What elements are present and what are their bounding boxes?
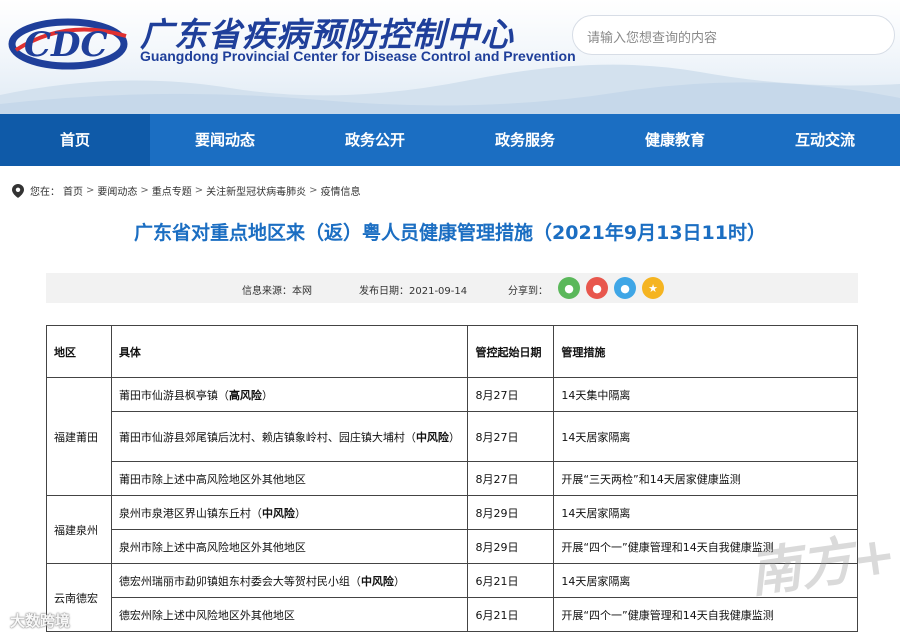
source-label: 信息来源：本网 [242, 286, 312, 297]
table-row: 莆田市仙游县郊尾镇后沈村、赖店镇象岭村、园庄镇大埔村（中风险） 8月27日 14天居… [47, 411, 858, 462]
detail-cell: 泉州市除上述中高风险地区外其他地区 [110, 529, 469, 564]
location-pin-icon [12, 183, 24, 198]
date-cell: 6月21日 [467, 563, 555, 598]
detail-text: 泉州市泉港区界山镇东丘村（ [118, 506, 262, 520]
measure-cell: 开展“三天两检”和14天居家健康监测 [553, 461, 858, 496]
nav-item-1[interactable]: 要闻动态 [150, 114, 300, 166]
risk-level: 中风险 [415, 430, 449, 444]
table-header-row: 地区 具体 管控起始日期 管理措施 [46, 325, 858, 378]
detail-cell: 德宏州除上述中风险地区外其他地区 [110, 597, 469, 632]
table-row: 莆田市除上述中高风险地区外其他地区 8月27日 开展“三天两检”和14天居家健康监测 [47, 461, 858, 496]
detail-text: 泉州市除上述中高风险地区外其他地区 [118, 540, 306, 554]
detail-text: 莆田市除上述中高风险地区外其他地区 [118, 472, 306, 486]
wechat-icon[interactable]: ● [558, 277, 580, 299]
measure-cell: 14天集中隔离 [553, 377, 858, 412]
nav-item-3[interactable]: 政务服务 [450, 114, 600, 166]
search-input[interactable]: 请输入您想查询的内容 [572, 15, 895, 55]
breadcrumb-link-4[interactable]: 疫情信息 [321, 183, 361, 198]
measure-cell: 开展“四个一”健康管理和14天自我健康监测 [553, 597, 858, 632]
detail-text: 莆田市仙游县枫亭镇（ [118, 388, 229, 402]
site-title-en: Guangdong Provincial Center for Disease … [140, 48, 576, 64]
detail-text: 德宏州除上述中风险地区外其他地区 [118, 608, 295, 622]
qq-icon[interactable]: ● [614, 277, 636, 299]
watermark-source: 大数跨境 [10, 612, 71, 630]
detail-cell: 泉州市泉港区界山镇东丘村（中风险） [110, 495, 469, 530]
breadcrumb: 您在： 首页 > 要闻动态 > 重点专题 > 关注新型冠状病毒肺炎 > 疫情信息 [12, 183, 364, 198]
detail-text: ） [294, 506, 306, 520]
logo-text: CDC [24, 25, 108, 65]
breadcrumb-link-3[interactable]: 关注新型冠状病毒肺炎 [206, 183, 306, 198]
detail-text: ） [261, 388, 273, 402]
region-cell: 福建泉州 [46, 495, 112, 564]
article-title: 广东省对重点地区来（返）粤人员健康管理措施（2021年9月13日11时） [134, 222, 766, 244]
detail-text: 德宏州瑞丽市勐卯镇姐东村委会大等贺村民小组（ [118, 574, 361, 588]
breadcrumb-separator: > [86, 185, 95, 196]
breadcrumb-separator: > [140, 185, 149, 196]
main-nav: 首页 要闻动态 政务公开 政务服务 健康教育 互动交流 [0, 114, 900, 166]
risk-level: 高风险 [228, 388, 262, 402]
table-row: 泉州市除上述中高风险地区外其他地区 8月29日 开展“四个一”健康管理和14天自我健… [47, 529, 858, 564]
qzone-icon[interactable]: ★ [642, 277, 664, 299]
breadcrumb-separator: > [194, 185, 204, 196]
publish-date: 发布日期：2021-09-14 [359, 286, 468, 297]
header-start-date: 管控起始日期 [467, 325, 555, 378]
measure-cell: 14天居家隔离 [553, 411, 858, 462]
table-row: 福建泉州 泉州市泉港区界山镇东丘村（中风险） 8月29日 14天居家隔离 [46, 495, 858, 564]
detail-text: 莆田市仙游县郊尾镇后沈村、赖店镇象岭村、园庄镇大埔村（ [118, 430, 416, 444]
breadcrumb-link-2[interactable]: 重点专题 [152, 183, 192, 198]
breadcrumb-separator: > [309, 185, 318, 196]
date-cell: 8月27日 [467, 377, 555, 412]
date-cell: 8月29日 [467, 529, 555, 564]
detail-cell: 莆田市仙游县枫亭镇（高风险） [110, 377, 469, 412]
date-cell: 8月27日 [467, 461, 555, 496]
nav-item-2[interactable]: 政务公开 [300, 114, 450, 166]
detail-text: ） [448, 430, 460, 444]
header-measure: 管理措施 [553, 325, 858, 378]
risk-level: 中风险 [360, 574, 394, 588]
region-cell: 福建莆田 [46, 377, 112, 496]
nav-item-5[interactable]: 互动交流 [750, 114, 900, 166]
date-cell: 6月21日 [467, 597, 555, 632]
risk-level: 中风险 [261, 506, 295, 520]
weibo-icon[interactable]: ● [586, 277, 608, 299]
share-label: 分享到： [508, 286, 548, 297]
date-cell: 8月29日 [467, 495, 555, 530]
article-meta-bar: 信息来源：本网 发布日期：2021-09-14 分享到： ● ● ● ★ [46, 273, 858, 303]
header-region: 地区 [46, 325, 112, 378]
detail-cell: 莆田市除上述中高风险地区外其他地区 [110, 461, 469, 496]
breadcrumb-link-1[interactable]: 要闻动态 [97, 183, 137, 198]
table-row: 德宏州除上述中风险地区外其他地区 6月21日 开展“四个一”健康管理和14天自我健康… [47, 597, 858, 632]
nav-item-4[interactable]: 健康教育 [600, 114, 750, 166]
site-header: CDC 广东省疾病预防控制中心 Guangdong Provincial Cen… [0, 0, 900, 114]
date-cell: 8月27日 [467, 411, 555, 462]
header-detail: 具体 [110, 325, 469, 378]
detail-cell: 莆田市仙游县郊尾镇后沈村、赖店镇象岭村、园庄镇大埔村（中风险） [110, 411, 469, 462]
measures-table: 地区 具体 管控起始日期 管理措施 福建莆田 莆田市仙游县枫亭镇（高风险） 8月27… [46, 325, 858, 632]
table-row: 云南德宏 德宏州瑞丽市勐卯镇姐东村委会大等贺村民小组（中风险） 6月21日 14天居家… [46, 563, 858, 632]
breadcrumb-link-0[interactable]: 首页 [63, 183, 83, 198]
detail-cell: 德宏州瑞丽市勐卯镇姐东村委会大等贺村民小组（中风险） [110, 563, 469, 598]
cdc-logo[interactable]: CDC [6, 8, 134, 76]
detail-text: ） [393, 574, 405, 588]
nav-item-0[interactable]: 首页 [0, 114, 150, 166]
breadcrumb-prefix: 您在： [30, 187, 60, 198]
table-row: 福建莆田 莆田市仙游县枫亭镇（高风险） 8月27日 14天集中隔离 [46, 377, 858, 496]
